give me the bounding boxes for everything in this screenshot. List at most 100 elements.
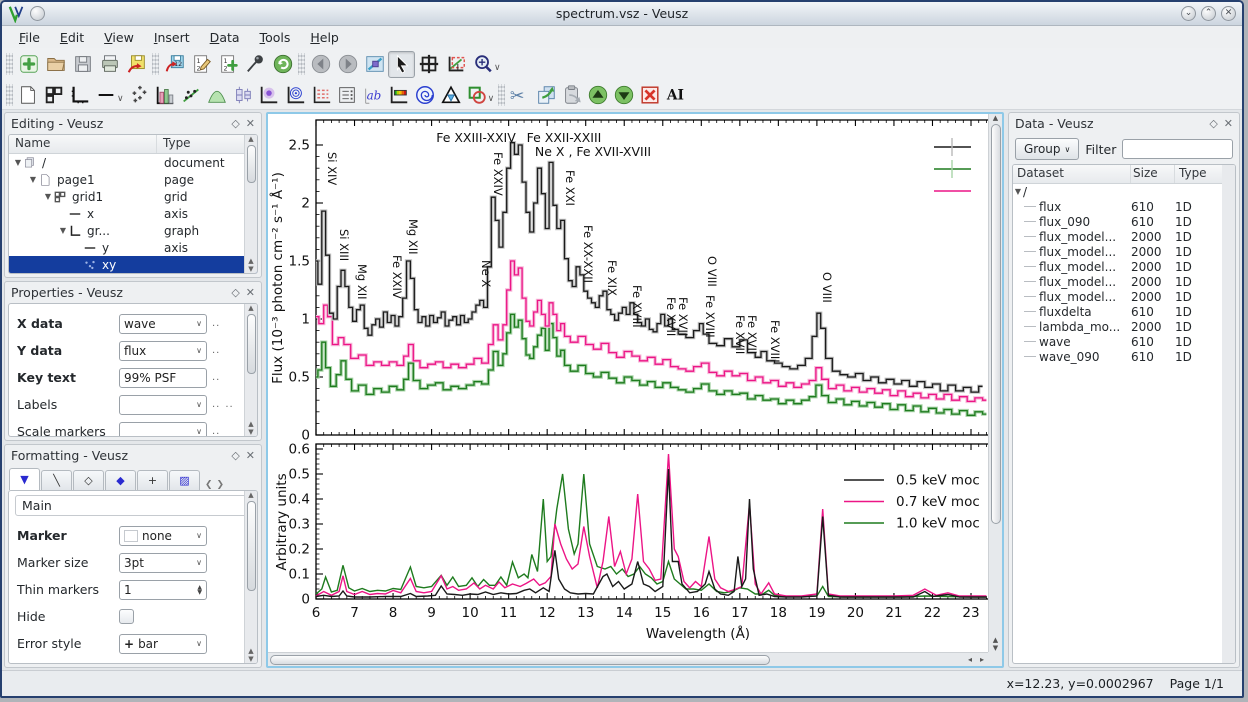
plot-window[interactable]: 00.511.522.5Si XIVSi XIIIMg XIIFe XXIVMg… (266, 112, 1004, 668)
rename-button[interactable]: AI (663, 82, 689, 108)
formatting-tab-marker-fill[interactable]: ◆ (105, 470, 136, 490)
detail-button[interactable]: .. (212, 345, 220, 356)
add-ternary-button[interactable] (438, 82, 464, 108)
tree-row-gr[interactable]: ▼gr...graph (9, 222, 257, 239)
previous-page-button[interactable] (307, 51, 334, 78)
spectrum-plot[interactable]: 00.511.522.5Si XIVSi XIIIMg XIIFe XXIVMg… (268, 114, 992, 654)
toolbar-handle[interactable] (498, 84, 505, 106)
tree-row-grid1[interactable]: ▼grid1grid (9, 188, 257, 205)
add-image-button[interactable] (256, 82, 282, 108)
create-data-button[interactable]: 12 (215, 51, 242, 78)
add-function-button[interactable] (204, 82, 230, 108)
type-column-header[interactable]: Type (157, 135, 257, 153)
next-page-button[interactable] (334, 51, 361, 78)
close-dock-icon[interactable]: ✕ (246, 117, 255, 130)
move-down-button[interactable] (611, 82, 637, 108)
plot-vertical-scrollbar[interactable]: ▲▲▼ (988, 114, 1002, 652)
editing-tree-header[interactable]: Name Type (9, 135, 257, 154)
formatting-tab-fill-below[interactable]: ▨ (169, 470, 200, 490)
labels-dropdown[interactable]: ∨ (119, 395, 207, 415)
add-grid-button[interactable] (41, 82, 67, 108)
float-dock-icon[interactable]: ◇ (1209, 117, 1217, 130)
toolbar-handle[interactable] (6, 84, 13, 106)
zoom-axes-button[interactable] (442, 51, 469, 78)
dataset-row[interactable]: flux_model...20001D (1013, 244, 1235, 259)
data-scrollbar[interactable] (1222, 165, 1235, 663)
add-line-button[interactable] (93, 82, 119, 108)
spinner-arrows-icon[interactable]: ▲▼ (197, 585, 202, 595)
tree-row-y[interactable]: yaxis (9, 239, 257, 256)
full-view-button[interactable] (361, 51, 388, 78)
move-up-button[interactable] (585, 82, 611, 108)
float-dock-icon[interactable]: ◇ (231, 449, 239, 462)
add-colorbar-button[interactable] (386, 82, 412, 108)
paste-button[interactable] (559, 82, 585, 108)
open-document-button[interactable] (42, 51, 69, 78)
tab-scroll-right-icon[interactable]: ❯ (217, 480, 225, 490)
size-column-header[interactable]: Size (1131, 165, 1175, 183)
formatting-tab-error-bar[interactable]: + (137, 470, 168, 490)
add-bar-button[interactable] (152, 82, 178, 108)
add-contour-button[interactable] (282, 82, 308, 108)
close-button[interactable]: ✕ (1221, 6, 1236, 21)
dataset-row[interactable]: fluxdelta6101D (1013, 304, 1235, 319)
marker-size-dropdown[interactable]: 3pt∨ (119, 553, 207, 573)
toolbar-handle[interactable] (6, 53, 13, 75)
expand-chevron-icon[interactable]: ▼ (13, 158, 23, 167)
dataset-column-header[interactable]: Dataset (1013, 165, 1131, 183)
edit-data-button[interactable]: 12 (188, 51, 215, 78)
move-nodes-button[interactable] (415, 51, 442, 78)
formatting-tab-marker[interactable]: ▼ (9, 468, 40, 490)
menu-data[interactable]: Data (201, 28, 249, 47)
menu-view[interactable]: View (95, 28, 143, 47)
properties-scrollbar[interactable]: ▲▲▼ (244, 304, 257, 436)
chevron-down-icon[interactable]: ∨ (196, 427, 202, 436)
close-dock-icon[interactable]: ✕ (246, 286, 255, 299)
toolbar-handle[interactable] (152, 53, 159, 75)
x-data-dropdown[interactable]: wave∨ (119, 314, 207, 334)
dataset-table-header[interactable]: Dataset Size Type (1013, 165, 1235, 184)
toolbar-handle[interactable] (298, 53, 305, 75)
import-data-button[interactable]: 12 (161, 51, 188, 78)
tree-row-page1[interactable]: ▼page1page (9, 171, 257, 188)
copy-button[interactable] (533, 82, 559, 108)
formatting-tab-marker-border[interactable]: ◇ (73, 470, 104, 490)
dataset-row[interactable]: wave6101D (1013, 334, 1235, 349)
cut-button[interactable]: ✂ (507, 82, 533, 108)
key-text-input[interactable]: 99% PSF (119, 368, 207, 388)
dataset-row[interactable]: flux_model...20001D (1013, 229, 1235, 244)
menu-help[interactable]: Help (301, 28, 348, 47)
menu-edit[interactable]: Edit (51, 28, 93, 47)
detail-button[interactable]: .. (212, 399, 220, 410)
float-dock-icon[interactable]: ◇ (231, 117, 239, 130)
tree-row-x[interactable]: xaxis (9, 205, 257, 222)
tree-row-xy[interactable]: xy (9, 256, 257, 273)
group-button[interactable]: Group∨ (1015, 138, 1079, 160)
add-label-button[interactable]: ab (360, 82, 386, 108)
tab-scroll-left-icon[interactable]: ❮ (205, 480, 213, 490)
select-arrow-button[interactable] (388, 51, 415, 78)
formatting-tab-line[interactable]: ╲ (41, 470, 72, 490)
titlebar[interactable]: spectrum.vsz - Veusz ⌄ ⌃ ✕ (2, 2, 1242, 26)
add-page-button[interactable] (15, 82, 41, 108)
chevron-down-icon[interactable]: ∨ (196, 531, 202, 540)
new-document-button[interactable] (15, 51, 42, 78)
tree-row-[interactable]: ▼/document (9, 154, 257, 171)
add-axis-button[interactable] (67, 82, 93, 108)
add-legend-list-button[interactable] (334, 82, 360, 108)
zoom-menu-button[interactable] (469, 51, 496, 78)
dataset-row[interactable]: flux_model...20001D (1013, 274, 1235, 289)
dataset-row[interactable]: flux_model...20001D (1013, 289, 1235, 304)
dataset-row[interactable]: lambda_mo...20001D (1013, 319, 1235, 334)
dataset-row[interactable]: flux6101D (1013, 199, 1235, 214)
formatting-scrollbar[interactable]: ▲▲▼ (244, 491, 257, 663)
dataset-row[interactable]: flux_0906101D (1013, 214, 1235, 229)
detail-button[interactable]: .. (212, 372, 220, 383)
marker-dropdown[interactable]: none∨ (119, 526, 207, 546)
menu-file[interactable]: File (10, 28, 49, 47)
add-boxplot-button[interactable] (230, 82, 256, 108)
add-polar-button[interactable] (412, 82, 438, 108)
menu-insert[interactable]: Insert (145, 28, 199, 47)
name-column-header[interactable]: Name (9, 135, 157, 153)
print-button[interactable] (96, 51, 123, 78)
